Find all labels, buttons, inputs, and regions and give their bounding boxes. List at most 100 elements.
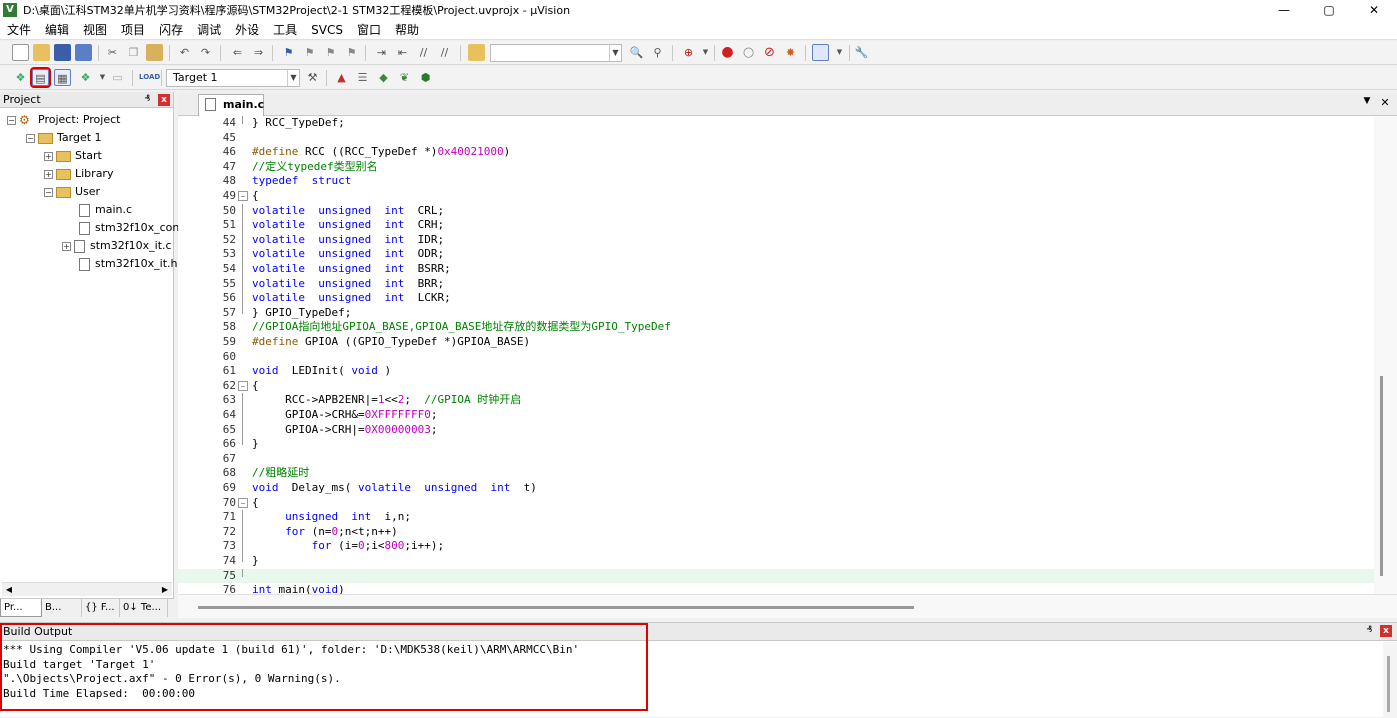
code-line[interactable]: 72 for (n=0;n<t;n++)	[178, 524, 1374, 540]
project-horizontal-scrollbar[interactable]: ◀ ▶	[2, 582, 172, 596]
code-line[interactable]: 45	[178, 131, 1374, 146]
menu-svcs[interactable]: SVCS	[304, 20, 350, 40]
code-line[interactable]: 71 unsigned int i,n;	[178, 510, 1374, 525]
code-editor[interactable]: 44} RCC_TypeDef; 45 46 #define RCC ((RCC_Ty…	[178, 116, 1374, 594]
scroll-thumb[interactable]	[198, 606, 914, 609]
menu-file[interactable]: 文件	[0, 20, 38, 40]
fold-collapse-icon[interactable]: −	[238, 380, 248, 391]
chevron-down-icon[interactable]: ▼	[831, 44, 848, 61]
cut-icon[interactable]: ✂	[104, 44, 121, 61]
code-line[interactable]: 61 void LEDInit( void )	[178, 364, 1374, 379]
configure-wrench-icon[interactable]: 🔧	[853, 44, 870, 61]
expand-icon[interactable]: +	[62, 241, 71, 251]
tree-node-user[interactable]: − User	[44, 183, 100, 201]
pack-installer-icon[interactable]: ⬢	[417, 69, 434, 86]
batch-build-icon[interactable]: ❖	[77, 69, 94, 86]
tab-templates[interactable]: 0↓ Te...	[120, 599, 168, 617]
redo-icon[interactable]: ↷	[197, 44, 214, 61]
manage-rte-icon[interactable]: ❦	[396, 69, 413, 86]
tab-list-dropdown-icon[interactable]: ▼	[1360, 96, 1374, 106]
code-line[interactable]: 63 RCC->APB2ENR|=1<<2; //GPIOA 时钟开启	[178, 393, 1374, 408]
code-line[interactable]: 44} RCC_TypeDef;	[178, 116, 1374, 131]
collapse-icon[interactable]: −	[7, 115, 16, 125]
nav-back-icon[interactable]: ⇐	[229, 44, 246, 61]
uncomment-icon[interactable]: //	[436, 44, 453, 61]
fold-collapse-icon[interactable]: −	[238, 497, 248, 508]
collapse-icon[interactable]: −	[44, 187, 53, 197]
copy-icon[interactable]: ❐	[125, 44, 142, 61]
stop-build-icon[interactable]: ▭	[109, 69, 126, 86]
expand-icon[interactable]: +	[44, 151, 53, 161]
breakpoint-disable-all-icon[interactable]: ⊘	[761, 44, 778, 61]
code-line[interactable]: 58 //GPIOA指向地址GPIOA_BASE,GPIOA_BASE地址存放的数…	[178, 320, 1374, 335]
comment-icon[interactable]: //	[415, 44, 432, 61]
bookmark-toggle-icon[interactable]: ⚑	[280, 44, 297, 61]
editor-vertical-scrollbar[interactable]	[1374, 116, 1397, 594]
unindent-icon[interactable]: ⇤	[394, 44, 411, 61]
tree-node-library[interactable]: + Library	[44, 165, 113, 183]
target-options-icon[interactable]: ⚒	[304, 69, 321, 86]
find-combo[interactable]: ▼	[490, 44, 622, 62]
editor-horizontal-scrollbar[interactable]	[178, 594, 1397, 618]
code-line[interactable]: 55 volatile unsigned int BRR;	[178, 276, 1374, 292]
code-line[interactable]: 50 volatile unsigned int CRL;	[178, 203, 1374, 219]
translate-icon[interactable]: ❖	[12, 69, 29, 86]
close-tab-icon[interactable]: ✕	[1378, 96, 1392, 109]
chevron-down-icon[interactable]: ▼	[697, 44, 714, 61]
code-line[interactable]: 60	[178, 350, 1374, 365]
open-file-icon[interactable]	[33, 44, 50, 61]
code-line[interactable]: 51 volatile unsigned int CRH;	[178, 218, 1374, 233]
incremental-find-icon[interactable]: ⚲	[649, 44, 666, 61]
code-line[interactable]: 65 GPIOA->CRH|=0X00000003;	[178, 422, 1374, 438]
code-line[interactable]: 57} GPIO_TypeDef;	[178, 305, 1374, 321]
code-line[interactable]: 53 volatile unsigned int ODR;	[178, 247, 1374, 262]
file-extensions-icon[interactable]: ▲	[333, 69, 350, 86]
build-output-scrollbar[interactable]	[1383, 642, 1397, 718]
close-icon[interactable]: x	[158, 94, 170, 106]
code-line[interactable]: 54 volatile unsigned int BSRR;	[178, 262, 1374, 277]
collapse-icon[interactable]: −	[26, 133, 35, 143]
find-icon[interactable]: 🔍	[628, 44, 645, 61]
scroll-left-icon[interactable]: ◀	[2, 583, 16, 597]
code-line[interactable]: 64 GPIOA->CRH&=0XFFFFFFF0;	[178, 408, 1374, 423]
code-line[interactable]: 73 for (i=0;i<800;i++);	[178, 539, 1374, 554]
code-line[interactable]: 70−{	[178, 496, 1374, 511]
code-line[interactable]: 66}	[178, 437, 1374, 452]
scroll-right-icon[interactable]: ▶	[158, 583, 172, 597]
minimize-button[interactable]: —	[1264, 0, 1304, 20]
breakpoint-insert-icon[interactable]: ●	[719, 44, 736, 61]
window-layout-icon[interactable]	[812, 44, 829, 61]
code-line[interactable]: 46 #define RCC ((RCC_TypeDef *)0x40021000…	[178, 145, 1374, 160]
tree-node-project[interactable]: − ⚙ Project: Project	[7, 111, 120, 129]
code-line[interactable]: 59 #define GPIOA ((GPIO_TypeDef *)GPIOA_B…	[178, 335, 1374, 350]
download-load-icon[interactable]: LOAD	[139, 69, 160, 86]
expand-icon[interactable]: +	[44, 169, 53, 179]
tree-node-main-c[interactable]: main.c	[79, 201, 132, 219]
tree-node-it-h[interactable]: stm32f10x_it.h	[79, 255, 177, 273]
tab-books[interactable]: B...	[42, 599, 82, 617]
maximize-button[interactable]: ▢	[1309, 0, 1349, 20]
bookmark-next-icon[interactable]: ⚑	[322, 44, 339, 61]
tab-main-c[interactable]: main.c	[198, 94, 264, 116]
code-line[interactable]: 75	[178, 568, 1374, 584]
breakpoint-enable-icon[interactable]: ○	[740, 44, 757, 61]
scroll-thumb[interactable]	[1387, 656, 1390, 712]
tree-node-it-c[interactable]: + stm32f10x_it.c	[62, 237, 172, 255]
tab-functions[interactable]: {} F...	[82, 599, 120, 617]
rebuild-icon[interactable]: ▦	[54, 69, 71, 86]
code-line[interactable]: 56 volatile unsigned int LCKR;	[178, 291, 1374, 306]
close-window-button[interactable]: ✕	[1354, 0, 1394, 20]
menu-window[interactable]: 窗口	[350, 20, 388, 40]
save-icon[interactable]	[54, 44, 71, 61]
menu-debug[interactable]: 调试	[190, 20, 228, 40]
tree-node-conf[interactable]: stm32f10x_conf	[79, 219, 183, 237]
menu-flash[interactable]: 闪存	[152, 20, 190, 40]
code-line[interactable]: 67	[178, 452, 1374, 467]
new-file-icon[interactable]	[12, 44, 29, 61]
scroll-thumb[interactable]	[1380, 376, 1383, 576]
tree-node-target[interactable]: − Target 1	[26, 129, 102, 147]
save-all-icon[interactable]	[75, 44, 92, 61]
code-line[interactable]: 68 //粗略延时	[178, 466, 1374, 481]
undo-icon[interactable]: ↶	[176, 44, 193, 61]
code-line[interactable]: 49−{	[178, 189, 1374, 204]
